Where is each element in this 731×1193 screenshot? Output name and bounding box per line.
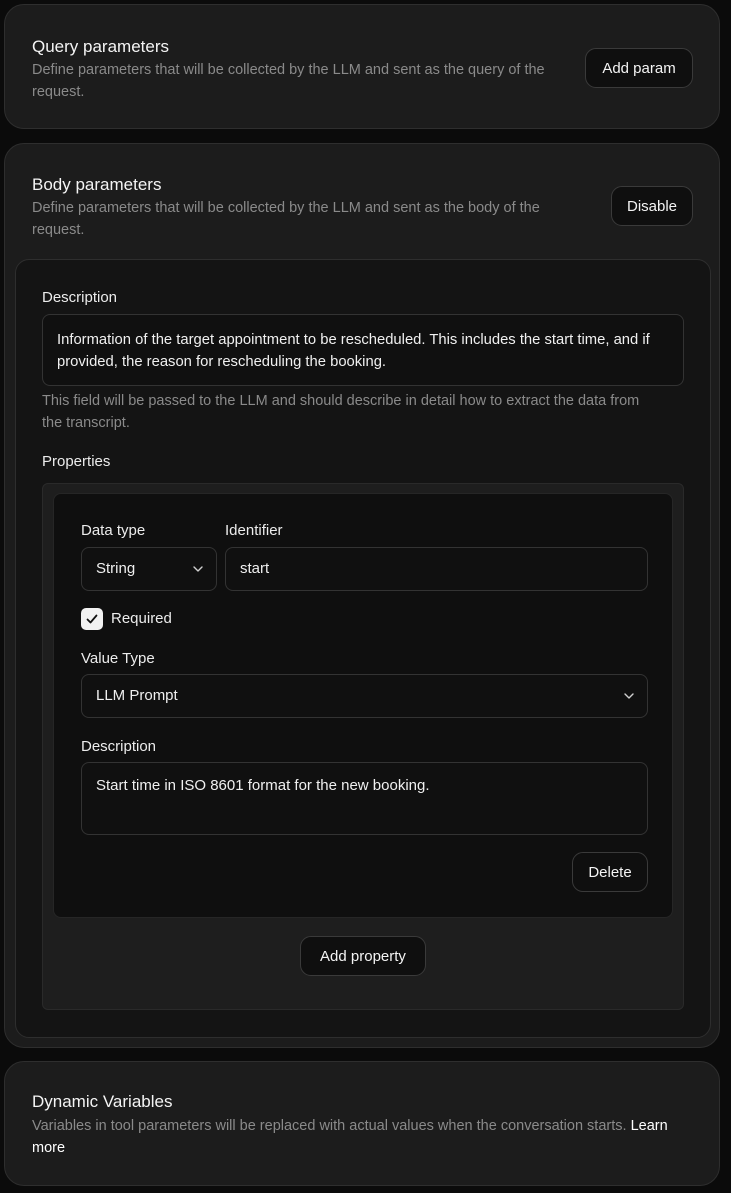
chevron-down-icon bbox=[624, 693, 634, 699]
description-label: Description bbox=[42, 289, 118, 306]
dynamic-variables-description: Variables in tool parameters will be rep… bbox=[32, 1115, 692, 1159]
chevron-down-icon bbox=[193, 566, 203, 572]
required-checkbox[interactable] bbox=[81, 608, 103, 630]
value-type-select[interactable]: LLM Prompt bbox=[81, 674, 648, 718]
identifier-input[interactable]: start bbox=[225, 547, 648, 591]
dynamic-variables-card: Dynamic Variables Variables in tool para… bbox=[4, 1061, 720, 1186]
properties-label: Properties bbox=[42, 453, 111, 470]
identifier-value: start bbox=[240, 560, 270, 577]
body-description-value: Information of the target appointment to… bbox=[57, 332, 650, 370]
query-parameters-card: Query parameters Define parameters that … bbox=[4, 4, 720, 129]
body-schema-panel: Description Information of the target ap… bbox=[15, 259, 711, 1038]
data-type-value: String bbox=[96, 560, 136, 577]
delete-property-button[interactable]: Delete bbox=[572, 852, 648, 892]
add-param-button[interactable]: Add param bbox=[585, 48, 693, 88]
required-label[interactable]: Required bbox=[111, 610, 172, 627]
data-type-label: Data type bbox=[81, 522, 146, 539]
property-description-value: Start time in ISO 8601 format for the ne… bbox=[96, 777, 430, 794]
property-description-field[interactable]: Start time in ISO 8601 format for the ne… bbox=[81, 762, 648, 835]
body-parameters-card: Body parameters Define parameters that w… bbox=[4, 143, 720, 1048]
property-card: Data type Identifier String start Requir… bbox=[53, 493, 673, 918]
dynamic-variables-title: Dynamic Variables bbox=[32, 1092, 173, 1111]
check-icon bbox=[86, 614, 98, 624]
properties-container: Data type Identifier String start Requir… bbox=[42, 483, 684, 1010]
property-description-label: Description bbox=[81, 738, 157, 755]
body-parameters-title: Body parameters bbox=[32, 175, 162, 194]
query-parameters-description: Define parameters that will be collected… bbox=[32, 62, 545, 100]
value-type-value: LLM Prompt bbox=[96, 687, 178, 704]
body-parameters-description: Define parameters that will be collected… bbox=[32, 200, 540, 238]
disable-body-button[interactable]: Disable bbox=[611, 186, 693, 226]
value-type-label: Value Type bbox=[81, 650, 155, 667]
data-type-select[interactable]: String bbox=[81, 547, 217, 591]
identifier-label: Identifier bbox=[225, 522, 283, 539]
dynamic-variables-text: Variables in tool parameters will be rep… bbox=[32, 1118, 627, 1134]
description-hint: This field will be passed to the LLM and… bbox=[42, 393, 640, 431]
body-description-field[interactable]: Information of the target appointment to… bbox=[42, 314, 684, 386]
add-property-button[interactable]: Add property bbox=[300, 936, 426, 976]
query-parameters-title: Query parameters bbox=[32, 37, 169, 56]
